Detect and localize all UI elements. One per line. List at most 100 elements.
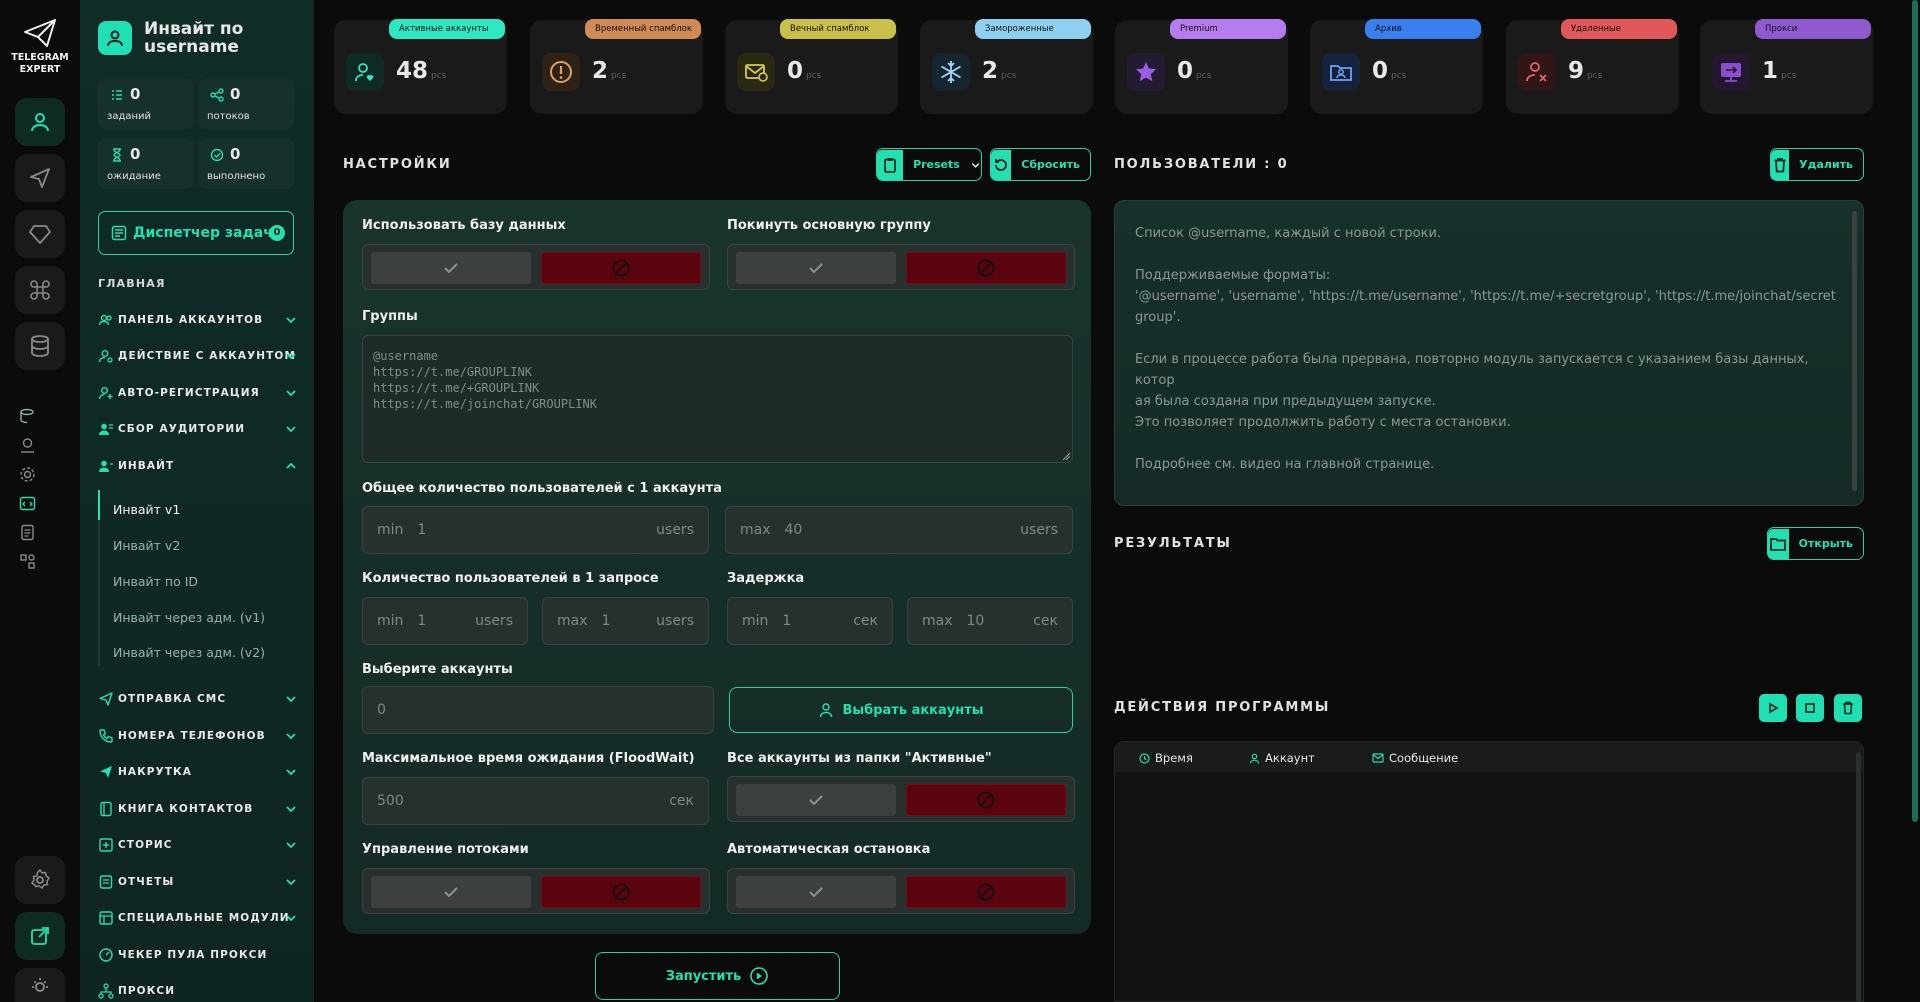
- leave-group-no-option[interactable]: [906, 252, 1066, 284]
- gauge-icon: [99, 948, 113, 962]
- chevron-down-icon: [286, 696, 296, 703]
- users-scrollbar[interactable]: [1852, 211, 1857, 491]
- users-textarea[interactable]: Список @username, каждый с новой строки.…: [1114, 200, 1864, 506]
- document-list-icon[interactable]: [19, 524, 36, 541]
- nav-item-phone-numbers[interactable]: НОМЕРА ТЕЛЕФОНОВ: [98, 724, 298, 748]
- threads-toggle: [362, 868, 710, 914]
- rail-external-button[interactable]: [15, 912, 65, 960]
- auto-stop-no-option[interactable]: [906, 876, 1066, 908]
- per-request-min-input[interactable]: min 1 users: [362, 597, 528, 645]
- db-settings-icon[interactable]: [19, 408, 36, 425]
- delay-label: Задержка: [727, 571, 805, 586]
- submenu-invite-v1[interactable]: Инвайт v1: [113, 502, 180, 517]
- rail-theme-button[interactable]: [15, 968, 65, 1002]
- accounts-count-input[interactable]: 0: [362, 686, 714, 734]
- nav-item-auto-registration[interactable]: АВТО-РЕГИСТРАЦИЯ: [98, 381, 298, 405]
- nav-item-special-modules[interactable]: СПЕЦИАЛЬНЫЕ МОДУЛИ: [98, 906, 298, 930]
- total-users-min-input[interactable]: min 1 users: [362, 506, 709, 554]
- floodwait-input[interactable]: 500 сек: [362, 777, 709, 825]
- delay-min-input[interactable]: min 1 сек: [727, 597, 893, 645]
- nav-item-label: ЧЕКЕР ПУЛА ПРОКСИ: [118, 949, 268, 961]
- submenu-invite-admin-v2[interactable]: Инвайт через адм. (v2): [113, 645, 265, 660]
- card-proxy[interactable]: Прокси 1 pcs: [1700, 19, 1873, 114]
- page-scrollbar[interactable]: [1912, 0, 1918, 822]
- card-archive[interactable]: Архив 0 pcs: [1310, 19, 1483, 114]
- choose-accounts-button-label: Выбрать аккаунты: [842, 702, 984, 718]
- nav-item-account-actions[interactable]: ДЕЙСТВИЕ С АККАУНТОМ: [98, 344, 298, 368]
- delete-users-button[interactable]: Удалить: [1770, 148, 1864, 181]
- resize-handle-icon[interactable]: [1062, 452, 1071, 461]
- open-results-button[interactable]: Открыть: [1767, 527, 1864, 560]
- module-user-icon: [98, 21, 132, 55]
- rail-command-button[interactable]: [15, 266, 65, 314]
- use-db-yes-option[interactable]: [371, 252, 531, 284]
- all-active-no-option[interactable]: [906, 784, 1066, 816]
- per-request-max-input[interactable]: max 1 users: [542, 597, 709, 645]
- rail-accounts-button[interactable]: [15, 98, 65, 146]
- delay-max-input[interactable]: max 10 сек: [907, 597, 1073, 645]
- rail-database-button[interactable]: [15, 322, 65, 370]
- nav-item-proxy[interactable]: ПРОКСИ: [98, 979, 298, 1002]
- rail-settings-button[interactable]: [15, 856, 65, 904]
- card-pill: Premium: [1170, 19, 1286, 39]
- rail-premium-button[interactable]: [15, 210, 65, 258]
- send-icon: [99, 692, 113, 706]
- nav-item-contact-book[interactable]: КНИГА КОНТАКТОВ: [98, 797, 298, 821]
- floodwait-label: Максимальное время ожидания (FloodWait): [362, 751, 695, 766]
- threads-yes-option[interactable]: [371, 876, 531, 908]
- settings-gear-icon[interactable]: [19, 466, 36, 483]
- card-temp-spamblock[interactable]: Временный спамблок 2 pcs: [530, 19, 703, 114]
- delete-users-label: Удалить: [1799, 158, 1853, 171]
- block-icon: [612, 259, 630, 277]
- sidebar: Инвайт по username 0 заданий 0 потоков 0…: [80, 0, 314, 1002]
- nav-item-invite[interactable]: ИНВАЙТ: [98, 454, 298, 478]
- reset-button[interactable]: Сбросить: [990, 148, 1091, 181]
- nav-item-label: ДЕЙСТВИЕ С АККАУНТОМ: [118, 350, 296, 362]
- task-dispatcher-button[interactable]: Диспетчер задач 0: [98, 211, 294, 255]
- chevron-down-icon: [286, 317, 296, 324]
- threads-label: Управление потоками: [362, 842, 529, 857]
- card-perm-spamblock[interactable]: Вечный спамблок 0 pcs: [725, 19, 898, 114]
- nav-item-proxy-pool-checker[interactable]: ЧЕКЕР ПУЛА ПРОКСИ: [98, 943, 298, 967]
- submenu-invite-by-id[interactable]: Инвайт по ID: [113, 574, 198, 589]
- nav-item-accounts-panel[interactable]: ПАНЕЛЬ АККАУНТОВ: [98, 308, 298, 332]
- chevron-down-icon: [286, 806, 296, 813]
- submenu-invite-v2[interactable]: Инвайт v2: [113, 538, 180, 553]
- sun-icon: [32, 978, 48, 992]
- leave-group-yes-option[interactable]: [736, 252, 896, 284]
- location-user-icon[interactable]: [19, 437, 36, 454]
- nav-item-boost[interactable]: НАКРУТКА: [98, 760, 298, 784]
- card-premium[interactable]: Premium 0 pcs: [1115, 19, 1288, 114]
- all-active-yes-option[interactable]: [736, 784, 896, 816]
- code-window-icon[interactable]: [19, 495, 36, 512]
- total-users-max-input[interactable]: max 40 users: [725, 506, 1073, 554]
- groups-textarea[interactable]: @username https://t.me/GROUPLINK https:/…: [362, 335, 1073, 463]
- nav-item-sms[interactable]: ОТПРАВКА СМС: [98, 687, 298, 711]
- stat-waiting-value: 0: [130, 145, 141, 163]
- modules-icon[interactable]: [19, 553, 36, 570]
- nav-item-reports[interactable]: ОТЧЕТЫ: [98, 870, 298, 894]
- rail-send-button[interactable]: [15, 154, 65, 202]
- block-icon: [612, 883, 630, 901]
- submenu-invite-admin-v1[interactable]: Инвайт через адм. (v1): [113, 610, 265, 625]
- threads-no-option[interactable]: [541, 876, 701, 908]
- check-icon: [444, 887, 458, 898]
- nav-item-audience-collection[interactable]: СБОР АУДИТОРИИ: [98, 417, 298, 441]
- card-frozen[interactable]: Замороженные 2 pcs: [920, 19, 1093, 114]
- log-scrollbar[interactable]: [1856, 752, 1861, 1002]
- log-play-button[interactable]: [1759, 694, 1787, 722]
- user-icon: [820, 703, 833, 718]
- presets-button[interactable]: Presets: [876, 148, 982, 181]
- choose-accounts-button[interactable]: Выбрать аккаунты: [729, 687, 1073, 733]
- use-db-no-option[interactable]: [541, 252, 701, 284]
- dispatcher-icon: [111, 225, 127, 241]
- auto-stop-yes-option[interactable]: [736, 876, 896, 908]
- run-button[interactable]: Запустить: [595, 952, 840, 1000]
- card-active-accounts[interactable]: Активные аккаунты 48 pcs: [334, 19, 507, 114]
- total-users-label: Общее количество пользователей с 1 аккау…: [362, 481, 722, 496]
- log-clear-button[interactable]: [1834, 694, 1862, 722]
- module-header: Инвайт по username: [98, 20, 274, 56]
- card-deleted[interactable]: Удаленные 9 pcs: [1506, 19, 1679, 114]
- nav-item-stories[interactable]: СТОРИС: [98, 833, 298, 857]
- log-stop-button[interactable]: [1796, 694, 1824, 722]
